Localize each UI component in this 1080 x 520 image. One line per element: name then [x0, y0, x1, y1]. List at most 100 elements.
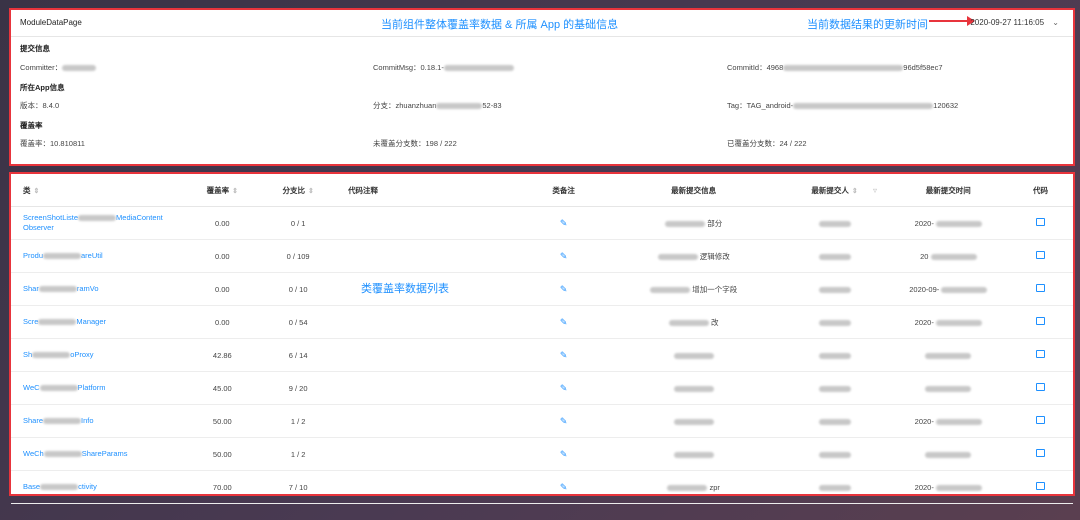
rate-cell: 45.00: [184, 371, 261, 405]
latest-user-cell: [780, 338, 889, 372]
edit-icon[interactable]: ✎: [560, 251, 568, 261]
latest-time-cell: [888, 338, 1008, 372]
rate-cell: 0.00: [184, 239, 261, 273]
code-cell[interactable]: [1007, 437, 1073, 471]
code-icon[interactable]: [1035, 383, 1045, 391]
ratio-cell: 6 / 14: [260, 338, 337, 372]
remark-cell[interactable]: ✎: [520, 404, 607, 438]
edit-icon[interactable]: ✎: [560, 449, 568, 459]
module-info-panel: ModuleDataPage 当前组件整体覆盖率数据 & 所属 App 的基础信…: [9, 8, 1075, 166]
table-row: Base ctivity 70.00 7 / 10 ✎ zpr 2020-: [11, 470, 1073, 504]
col-note: 代码注释: [336, 174, 521, 207]
code-icon[interactable]: [1035, 482, 1045, 490]
remark-cell[interactable]: ✎: [520, 338, 607, 372]
latest-info-cell: [606, 437, 781, 471]
col-class[interactable]: 类 ⇕: [11, 174, 185, 207]
ratio-cell: 1 / 2: [260, 437, 337, 471]
remark-cell[interactable]: ✎: [520, 272, 607, 306]
remark-cell[interactable]: ✎: [520, 305, 607, 339]
table-row: Share Info 50.00 1 / 2 ✎ 2020-: [11, 404, 1073, 438]
rate-cell: 50.00: [184, 404, 261, 438]
latest-user-cell: [780, 371, 889, 405]
code-icon[interactable]: [1035, 317, 1045, 325]
col-rate[interactable]: 覆盖率 ⇕: [184, 174, 261, 207]
ratio-cell: 0 / 54: [260, 305, 337, 339]
code-cell[interactable]: [1007, 305, 1073, 339]
edit-icon[interactable]: ✎: [560, 482, 568, 492]
chevron-down-icon: ⌄: [1052, 18, 1059, 27]
code-icon[interactable]: [1035, 284, 1045, 292]
class-link[interactable]: WeC Platform: [11, 371, 185, 405]
arrow-icon: [929, 16, 975, 26]
code-cell[interactable]: [1007, 470, 1073, 504]
table-row: Produ areUtil 0.00 0 / 109 ✎ 逻辑修改 20: [11, 239, 1073, 273]
class-link[interactable]: WeCh ShareParams: [11, 437, 185, 471]
class-link[interactable]: Sh oProxy: [11, 338, 185, 372]
latest-time-cell: 2020-: [888, 470, 1008, 504]
col-code: 代码: [1007, 174, 1073, 207]
latest-user-cell: [780, 239, 889, 273]
commit-section-title: 提交信息: [20, 44, 50, 53]
annotation-summary: 当前组件整体覆盖率数据 & 所属 App 的基础信息: [381, 19, 619, 31]
remark-cell[interactable]: ✎: [520, 206, 607, 240]
edit-icon[interactable]: ✎: [560, 350, 568, 360]
class-link[interactable]: ScreenShotListe MediaContent Observer: [11, 206, 185, 240]
latest-info-cell: [606, 404, 781, 438]
remark-cell[interactable]: ✎: [520, 470, 607, 504]
code-cell[interactable]: [1007, 404, 1073, 438]
note-cell: [336, 404, 521, 438]
latest-info-cell: 部分: [606, 206, 781, 240]
edit-icon[interactable]: ✎: [560, 383, 568, 393]
ratio-cell: 0 / 109: [260, 239, 337, 273]
code-cell[interactable]: [1007, 371, 1073, 405]
note-cell: [336, 437, 521, 471]
code-icon[interactable]: [1035, 251, 1045, 259]
code-icon[interactable]: [1035, 350, 1045, 358]
edit-icon[interactable]: ✎: [560, 218, 568, 228]
version-field: 版本：8.4.0: [20, 101, 60, 110]
col-remark: 类备注: [520, 174, 607, 207]
edit-icon[interactable]: ✎: [560, 416, 568, 426]
code-cell[interactable]: [1007, 338, 1073, 372]
latest-time-cell: 2020-09-: [888, 272, 1008, 306]
update-time-select[interactable]: 2020-09-27 11:16:05 ⌄: [970, 18, 1059, 27]
edit-icon[interactable]: ✎: [560, 284, 568, 294]
rate-cell: 50.00: [184, 437, 261, 471]
code-cell[interactable]: [1007, 239, 1073, 273]
update-time-value: 2020-09-27 11:16:05: [970, 18, 1045, 27]
code-cell[interactable]: [1007, 272, 1073, 306]
annotation-class-list: 类覆盖率数据列表: [361, 283, 449, 295]
commit-id-field: CommitId：4968 96d5f58ec7: [727, 63, 943, 72]
class-link[interactable]: Base ctivity: [11, 470, 185, 504]
rate-cell: 0.00: [184, 305, 261, 339]
note-cell: [336, 470, 521, 504]
page-title: ModuleDataPage: [20, 18, 82, 27]
latest-user-cell: [780, 437, 889, 471]
code-icon[interactable]: [1035, 416, 1045, 424]
note-cell: [336, 371, 521, 405]
rate-cell: 0.00: [184, 206, 261, 240]
note-cell: [336, 305, 521, 339]
rate-cell: 0.00: [184, 272, 261, 306]
table-row: WeCh ShareParams 50.00 1 / 2 ✎: [11, 437, 1073, 471]
code-cell[interactable]: [1007, 206, 1073, 240]
remark-cell[interactable]: ✎: [520, 371, 607, 405]
class-link[interactable]: Scre Manager: [11, 305, 185, 339]
class-link[interactable]: Share Info: [11, 404, 185, 438]
latest-info-cell: 改: [606, 305, 781, 339]
latest-user-cell: [780, 305, 889, 339]
sort-icon: ⇕: [33, 187, 40, 195]
ratio-cell: 7 / 10: [260, 470, 337, 504]
class-link[interactable]: Shar ramVo: [11, 272, 185, 306]
class-link[interactable]: Produ areUtil: [11, 239, 185, 273]
code-icon[interactable]: [1035, 449, 1045, 457]
ratio-cell: 1 / 2: [260, 404, 337, 438]
remark-cell[interactable]: ✎: [520, 437, 607, 471]
filter-icon[interactable]: ▿: [873, 186, 877, 195]
code-icon[interactable]: [1035, 218, 1045, 226]
latest-user-cell: [780, 206, 889, 240]
remark-cell[interactable]: ✎: [520, 239, 607, 273]
edit-icon[interactable]: ✎: [560, 317, 568, 327]
latest-time-cell: [888, 437, 1008, 471]
col-ratio[interactable]: 分支比 ⇕: [260, 174, 337, 207]
